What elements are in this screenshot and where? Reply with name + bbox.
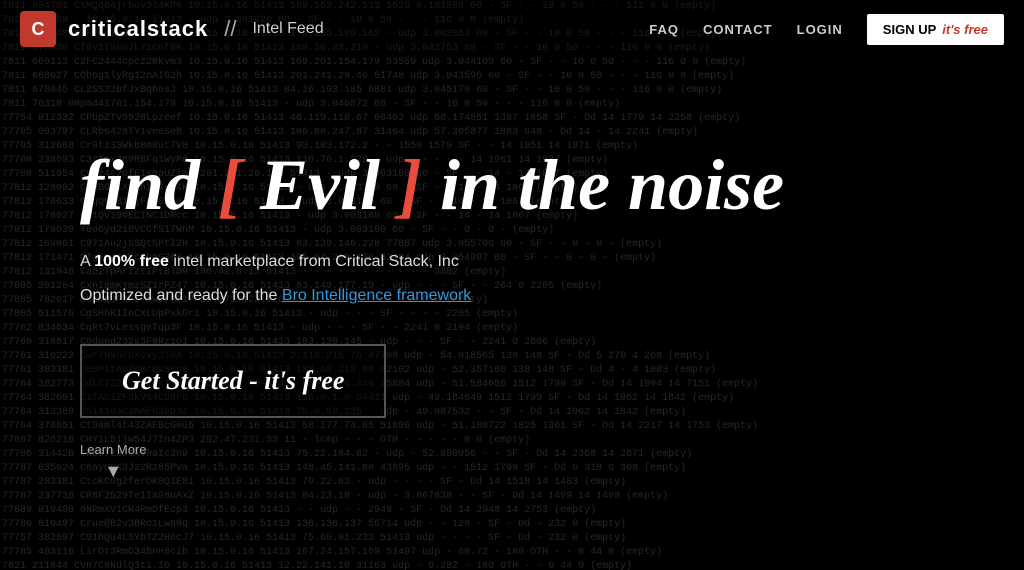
cta-box[interactable]: Get Started - it's free — [80, 344, 386, 418]
subtext-2: Optimized and ready for the Bro Intellig… — [80, 283, 471, 309]
signup-label: SIGN UP — [883, 22, 936, 37]
logo-text: criticalstack — [68, 16, 208, 42]
learn-more-label: Learn More — [80, 442, 146, 457]
learn-more-area[interactable]: Learn More ▼ — [80, 442, 146, 482]
subtext1-prefix: A — [80, 253, 94, 270]
main-content: find [ Evil ] in the noise A 100% free i… — [0, 58, 1024, 570]
headline-evil: Evil — [260, 145, 380, 225]
subtext2-link[interactable]: Bro Intelligence framework — [282, 287, 471, 304]
navbar-left: C criticalstack // Intel Feed — [20, 11, 324, 47]
arrow-down-icon: ▼ — [104, 461, 122, 482]
nav-faq[interactable]: FAQ — [649, 22, 679, 37]
navbar-right: FAQ CONTACT LOGIN SIGN UP it's free — [649, 14, 1004, 45]
headline-open-bracket: [ — [218, 145, 242, 225]
subtext1-bold: 100% free — [94, 253, 169, 270]
cta-label: Get Started - — [122, 366, 258, 395]
headline-close-bracket: ] — [398, 145, 422, 225]
subtext2-prefix: Optimized and ready for the — [80, 287, 282, 304]
navbar: C criticalstack // Intel Feed FAQ CONTAC… — [0, 0, 1024, 58]
headline-find: find — [80, 145, 200, 225]
signup-button[interactable]: SIGN UP it's free — [867, 14, 1004, 45]
cta-free: it's free — [264, 366, 344, 395]
nav-login[interactable]: LOGIN — [797, 22, 843, 37]
subtext1-suffix: intel marketplace from Critical Stack, I… — [169, 253, 459, 270]
signup-free-label: it's free — [942, 22, 988, 37]
logo-subtitle: Intel Feed — [252, 20, 323, 38]
nav-contact[interactable]: CONTACT — [703, 22, 773, 37]
subtext-1: A 100% free intel marketplace from Criti… — [80, 249, 459, 275]
cta-text: Get Started - it's free — [122, 366, 344, 396]
logo-icon: C — [20, 11, 56, 47]
logo-divider: // — [224, 16, 236, 42]
headline-rest: in the noise — [440, 145, 784, 225]
headline: find [ Evil ] in the noise — [80, 146, 784, 225]
